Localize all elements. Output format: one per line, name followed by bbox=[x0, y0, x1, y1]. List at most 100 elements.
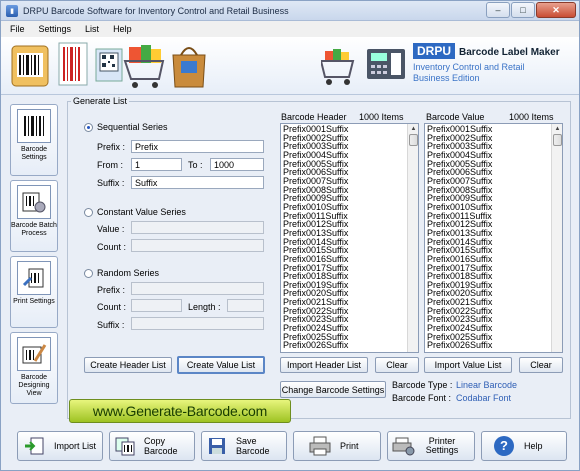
product-title: Barcode Label Maker bbox=[459, 47, 560, 58]
random-prefix-label: Prefix : bbox=[97, 285, 126, 295]
sidebar: Barcode Settings Barcode Batch Process P… bbox=[10, 104, 60, 408]
from-input[interactable]: 1 bbox=[131, 158, 182, 171]
import-header-list-button[interactable]: Import Header List bbox=[280, 357, 368, 373]
import-list-label: Import List bbox=[54, 441, 97, 451]
save-icon bbox=[206, 436, 228, 456]
scroll-thumb[interactable] bbox=[553, 134, 562, 146]
barcode-font-label: Barcode Font : bbox=[392, 393, 452, 403]
barcode-type-label: Barcode Type : bbox=[392, 380, 453, 390]
count-label: Count : bbox=[97, 242, 127, 252]
product-subtitle-line2: Business Edition bbox=[413, 73, 480, 83]
sidebar-item-label: Barcode Designing View bbox=[18, 374, 50, 397]
printer-settings-label: Printer Settings bbox=[425, 436, 459, 455]
random-length-input[interactable] bbox=[227, 299, 264, 312]
header-item-count: 1000 Items bbox=[359, 112, 404, 122]
sidebar-item-designing-view[interactable]: Barcode Designing View bbox=[10, 332, 58, 404]
list-item[interactable]: Prefix0026Suffix bbox=[283, 341, 348, 350]
print-button[interactable]: Print bbox=[293, 431, 381, 461]
header-scrollbar[interactable]: ▲ bbox=[407, 124, 418, 352]
save-barcode-button[interactable]: Save Barcode bbox=[201, 431, 287, 461]
random-count-input[interactable] bbox=[131, 299, 182, 312]
value-scrollbar[interactable]: ▲ bbox=[551, 124, 562, 352]
menu-file[interactable]: File bbox=[10, 24, 25, 34]
close-button[interactable]: ✕ bbox=[536, 2, 576, 18]
bottom-toolbar: Import List Copy Barcode Save Barcode Pr… bbox=[1, 427, 579, 470]
menu-list[interactable]: List bbox=[85, 24, 99, 34]
window-title: DRPU Barcode Software for Inventory Cont… bbox=[23, 5, 289, 16]
prefix-label: Prefix : bbox=[97, 142, 126, 152]
constant-value-series-radio[interactable]: Constant Value Series bbox=[84, 207, 186, 217]
radio-selected-icon bbox=[84, 122, 93, 132]
sidebar-item-batch-process[interactable]: Barcode Batch Process bbox=[10, 180, 58, 252]
list-item[interactable]: Prefix0026Suffix bbox=[427, 341, 492, 350]
banner-barcode-card-icon bbox=[58, 42, 88, 86]
banner-qr-code-icon bbox=[95, 48, 123, 82]
save-barcode-label: Save Barcode bbox=[236, 436, 270, 456]
scroll-up-icon[interactable]: ▲ bbox=[408, 124, 418, 134]
barcode-header-title: Barcode Header bbox=[281, 112, 347, 122]
create-value-list-button[interactable]: Create Value List bbox=[177, 356, 265, 374]
import-value-list-button[interactable]: Import Value List bbox=[424, 357, 512, 373]
prefix-input[interactable]: Prefix bbox=[131, 140, 264, 153]
banner-shopping-bag-icon bbox=[172, 47, 206, 88]
random-length-label: Length : bbox=[188, 302, 221, 312]
generate-list-label: Generate List bbox=[71, 96, 130, 106]
constant-value-input[interactable] bbox=[131, 221, 264, 234]
maximize-button[interactable]: □ bbox=[511, 2, 535, 18]
random-prefix-input[interactable] bbox=[131, 282, 264, 295]
website-banner: www.Generate-Barcode.com bbox=[69, 399, 291, 423]
radio-unselected-icon bbox=[84, 268, 93, 278]
clear-header-button[interactable]: Clear bbox=[375, 357, 419, 373]
sidebar-item-print-settings[interactable]: Print Settings bbox=[10, 256, 58, 328]
random-suffix-input[interactable] bbox=[131, 317, 264, 330]
printer-settings-button[interactable]: Printer Settings bbox=[387, 431, 475, 461]
clear-value-button[interactable]: Clear bbox=[519, 357, 563, 373]
import-list-button[interactable]: Import List bbox=[17, 431, 103, 461]
app-window: ▮ DRPU Barcode Software for Inventory Co… bbox=[0, 0, 580, 471]
create-header-list-button[interactable]: Create Header List bbox=[84, 357, 172, 373]
help-icon: ? bbox=[492, 436, 516, 456]
scroll-thumb[interactable] bbox=[409, 134, 418, 146]
minimize-button[interactable]: – bbox=[486, 2, 510, 18]
printer-icon bbox=[308, 436, 332, 456]
copy-barcode-icon bbox=[114, 436, 136, 456]
menu-settings[interactable]: Settings bbox=[39, 24, 72, 34]
banner: DRPU Barcode Label Maker Inventory Contro… bbox=[1, 37, 579, 95]
app-icon: ▮ bbox=[6, 4, 18, 17]
print-label: Print bbox=[340, 441, 359, 451]
sidebar-item-label: Barcode Settings bbox=[20, 146, 48, 161]
random-series-label: Random Series bbox=[97, 268, 160, 278]
print-settings-icon bbox=[17, 261, 51, 295]
to-input[interactable]: 1000 bbox=[210, 158, 264, 171]
printer-settings-icon bbox=[392, 436, 416, 456]
help-button[interactable]: ? Help bbox=[481, 431, 567, 461]
copy-barcode-button[interactable]: Copy Barcode bbox=[109, 431, 195, 461]
barcode-settings-icon bbox=[17, 109, 51, 143]
sequential-series-radio[interactable]: Sequential Series bbox=[84, 122, 168, 132]
scroll-up-icon[interactable]: ▲ bbox=[552, 124, 562, 134]
menu-bar: File Settings List Help bbox=[1, 21, 579, 37]
batch-process-icon bbox=[17, 185, 51, 219]
random-count-label: Count : bbox=[97, 302, 127, 312]
barcode-value-list[interactable]: Prefix0001Suffix Prefix0002Suffix Prefix00… bbox=[424, 123, 563, 353]
constant-count-input[interactable] bbox=[131, 239, 264, 252]
suffix-label: Suffix : bbox=[97, 178, 125, 188]
to-label: To : bbox=[188, 160, 203, 170]
change-barcode-settings-button[interactable]: Change Barcode Settings bbox=[280, 381, 386, 398]
svg-text:?: ? bbox=[500, 438, 508, 453]
help-label: Help bbox=[524, 441, 543, 451]
menu-help[interactable]: Help bbox=[113, 24, 132, 34]
banner-cart-register-icon bbox=[321, 49, 405, 85]
radio-unselected-icon bbox=[84, 207, 93, 217]
sidebar-item-barcode-settings[interactable]: Barcode Settings bbox=[10, 104, 58, 176]
suffix-input[interactable]: Suffix bbox=[131, 176, 264, 189]
banner-barcode-label-icon bbox=[11, 45, 49, 87]
barcode-value-title: Barcode Value bbox=[426, 112, 485, 122]
barcode-header-list[interactable]: Prefix0001Suffix Prefix0002Suffix Prefix00… bbox=[280, 123, 419, 353]
import-list-icon bbox=[22, 436, 46, 456]
barcode-font-value: Codabar Font bbox=[456, 393, 512, 403]
drpu-logo: DRPU bbox=[413, 43, 456, 59]
brand: DRPU Barcode Label Maker Inventory Contro… bbox=[413, 43, 573, 84]
from-label: From : bbox=[97, 160, 123, 170]
random-series-radio[interactable]: Random Series bbox=[84, 268, 159, 278]
